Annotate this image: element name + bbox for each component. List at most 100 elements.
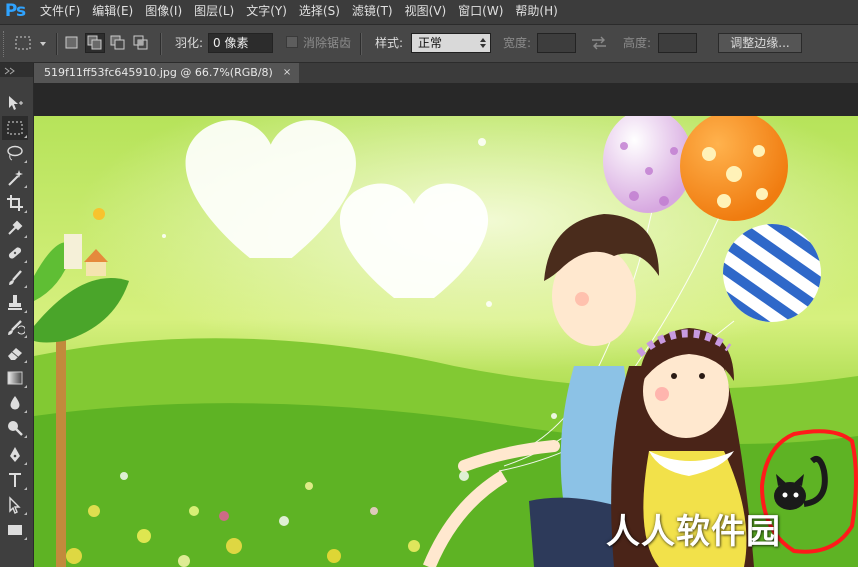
- width-input[interactable]: [537, 33, 576, 53]
- tree-house: [64, 234, 82, 269]
- refine-edge-button[interactable]: 调整边缘...: [718, 33, 802, 53]
- antialias-label: 消除锯齿: [303, 36, 352, 50]
- new-selection-button[interactable]: [62, 33, 82, 53]
- tool-submenu-indicator: [24, 185, 27, 188]
- tool-submenu-indicator: [24, 260, 27, 263]
- options-grip: [3, 31, 7, 57]
- subtract-from-selection-button[interactable]: [108, 33, 128, 53]
- tool-submenu-indicator: [24, 310, 27, 313]
- new-selection-icon: [65, 36, 78, 49]
- select-arrows-icon: [480, 38, 486, 48]
- cat-eye: [793, 492, 799, 498]
- menu-image[interactable]: 图像(I): [139, 0, 188, 24]
- spot-healing-tool[interactable]: [2, 241, 28, 265]
- photoshop-logo: Ps: [4, 1, 26, 21]
- drop-icon: [10, 396, 20, 410]
- close-tab-icon[interactable]: ×: [283, 63, 291, 83]
- toolbar-header: [0, 63, 33, 77]
- antialias-checkbox[interactable]: [286, 36, 298, 48]
- menu-select[interactable]: 选择(S): [293, 0, 346, 24]
- style-select-value: 正常: [418, 36, 443, 50]
- tool-submenu-indicator: [24, 410, 27, 413]
- menu-layer[interactable]: 图层(L): [188, 0, 240, 24]
- house-body: [86, 262, 106, 276]
- gradient-tool[interactable]: [2, 366, 28, 390]
- clone-stamp-tool[interactable]: [2, 291, 28, 315]
- girl-cheek: [655, 387, 669, 401]
- gradient-icon: [7, 371, 23, 385]
- separator: [360, 33, 362, 55]
- feather-input[interactable]: 0 像素: [208, 33, 273, 53]
- pen-tool[interactable]: [2, 443, 28, 467]
- height-label: 高度:: [623, 36, 652, 50]
- document-tab[interactable]: 519f11ff53fc645910.jpg @ 66.7%(RGB/8) ×: [34, 63, 300, 83]
- brush-icon: [9, 270, 22, 285]
- intersect-selection-icon: [133, 35, 148, 50]
- magic-wand-icon: [8, 170, 23, 186]
- menu-file[interactable]: 文件(F): [34, 0, 86, 24]
- type-icon: [9, 473, 21, 487]
- add-selection-icon: [87, 35, 102, 50]
- menu-view[interactable]: 视图(V): [399, 0, 453, 24]
- collapse-arrows-icon: [4, 67, 15, 75]
- move-tool[interactable]: [2, 91, 28, 115]
- tool-submenu-indicator: [24, 462, 27, 465]
- illustration: [34, 116, 858, 567]
- tree-trunk: [56, 336, 66, 567]
- image-canvas[interactable]: 人人软件园: [34, 116, 858, 567]
- document-title: 519f11ff53fc645910.jpg @ 66.7%(RGB/8): [44, 66, 273, 79]
- pen-icon: [10, 447, 20, 462]
- separator: [56, 33, 58, 55]
- history-brush-icon: [8, 320, 25, 335]
- rectangle-tool[interactable]: [2, 518, 28, 542]
- lasso-tool[interactable]: [2, 141, 28, 165]
- magic-wand-tool[interactable]: [2, 166, 28, 190]
- style-label: 样式:: [375, 36, 404, 50]
- swap-dimensions-button[interactable]: [590, 35, 608, 51]
- tool-submenu-indicator: [24, 537, 27, 540]
- swap-arrows-icon: [592, 36, 606, 50]
- rectangular-marquee-tool[interactable]: [2, 116, 28, 140]
- eyedropper-tool[interactable]: [2, 216, 28, 240]
- eraser-tool[interactable]: [2, 341, 28, 365]
- dodge-tool[interactable]: [2, 416, 28, 440]
- bandage-icon: [8, 247, 22, 259]
- move-icon: [9, 96, 23, 110]
- path-selection-tool[interactable]: [2, 493, 28, 517]
- path-select-icon: [9, 496, 21, 514]
- tools-panel: [0, 63, 34, 567]
- dodge-icon: [8, 421, 23, 436]
- menu-list: 文件(F) 编辑(E) 图像(I) 图层(L) 文字(Y) 选择(S) 滤镜(T…: [34, 0, 564, 24]
- feather-label: 羽化:: [175, 36, 204, 50]
- tool-submenu-indicator: [24, 335, 27, 338]
- history-brush-tool[interactable]: [2, 316, 28, 340]
- tool-submenu-indicator: [24, 235, 27, 238]
- subtract-selection-icon: [110, 35, 125, 50]
- intersect-selection-button[interactable]: [131, 33, 151, 53]
- tree-flower: [93, 208, 105, 220]
- eraser-icon: [8, 348, 22, 360]
- brush-tool[interactable]: [2, 266, 28, 290]
- crop-tool[interactable]: [2, 191, 28, 215]
- add-to-selection-button[interactable]: [85, 33, 105, 53]
- marquee-icon: [7, 121, 23, 135]
- blur-tool[interactable]: [2, 391, 28, 415]
- tool-submenu-indicator: [24, 360, 27, 363]
- tool-submenu-indicator: [24, 487, 27, 490]
- cat-eye: [782, 492, 788, 498]
- menu-edit[interactable]: 编辑(E): [86, 0, 139, 24]
- menu-window[interactable]: 窗口(W): [452, 0, 509, 24]
- menu-filter[interactable]: 滤镜(T): [346, 0, 399, 24]
- crop-icon: [7, 195, 23, 211]
- tool-submenu-indicator: [24, 385, 27, 388]
- type-tool[interactable]: [2, 468, 28, 492]
- height-input[interactable]: [658, 33, 697, 53]
- menu-type[interactable]: 文字(Y): [240, 0, 293, 24]
- boy-cheek: [575, 292, 589, 306]
- style-select[interactable]: 正常: [411, 33, 491, 53]
- stamp-icon: [8, 295, 22, 310]
- menu-help[interactable]: 帮助(H): [509, 0, 563, 24]
- tool-preset-picker[interactable]: [14, 34, 50, 54]
- watermark: 人人软件园: [606, 512, 781, 552]
- girl-eye: [671, 373, 677, 379]
